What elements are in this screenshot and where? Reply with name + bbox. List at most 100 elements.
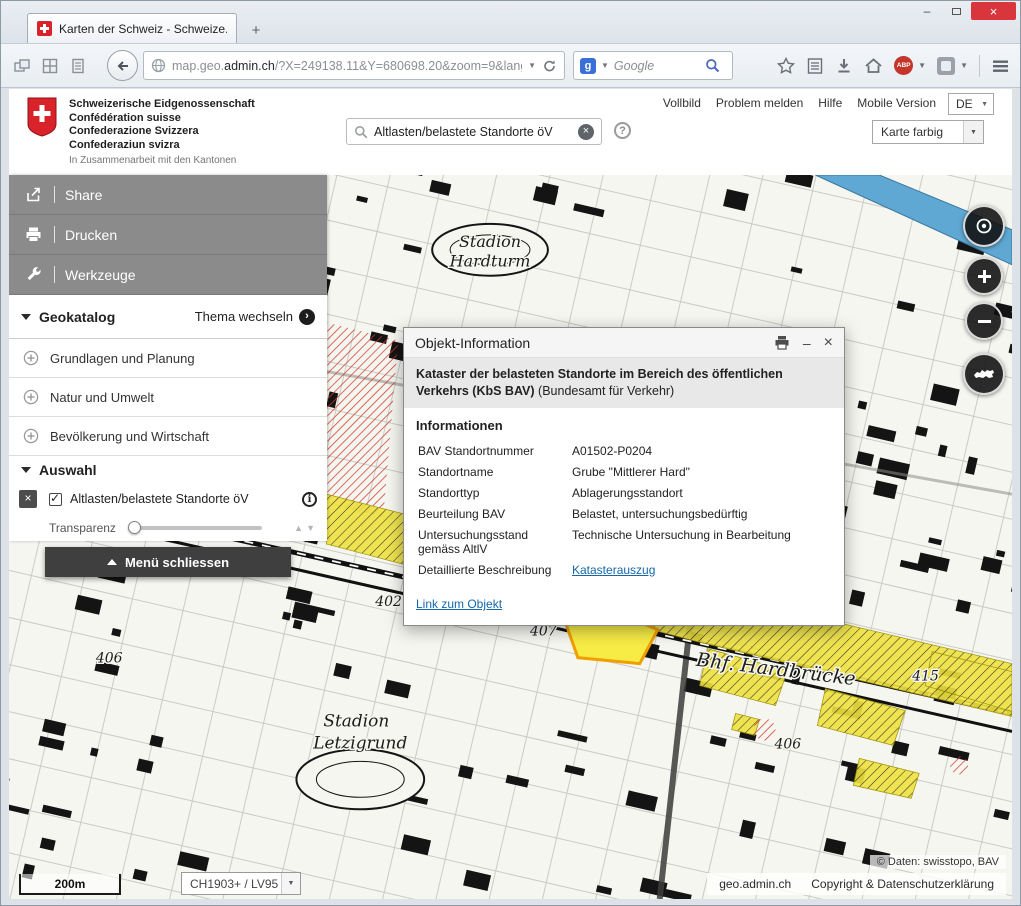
link-zum-objekt[interactable]: Link zum Objekt: [416, 597, 502, 611]
map-style-select[interactable]: Karte farbig ▼: [872, 120, 984, 144]
switzerland-outline-icon: [972, 366, 996, 382]
browser-search-bar[interactable]: g ▼: [573, 51, 733, 80]
catalog-item-grundlagen[interactable]: Grundlagen und Planung: [9, 339, 327, 378]
nav-vollbild[interactable]: Vollbild: [663, 96, 701, 110]
close-popup-icon[interactable]: ×: [824, 334, 833, 352]
titlebar: Karten der Schweiz - Schweize... + – ×: [1, 1, 1020, 43]
map-number-406-west: 406: [95, 651, 123, 667]
popup-layer-heading: Kataster der belasteten Standorte im Ber…: [404, 358, 844, 408]
geolocate-button[interactable]: [963, 205, 1005, 247]
minimize-popup-icon[interactable]: –: [803, 335, 811, 351]
nav-problem-melden[interactable]: Problem melden: [716, 96, 803, 110]
tab-groups-icon[interactable]: [39, 55, 61, 77]
clear-search-icon[interactable]: ×: [578, 124, 594, 140]
info-icon[interactable]: i: [302, 492, 317, 507]
new-tab-button[interactable]: +: [243, 19, 269, 42]
chevron-down-icon: ▼: [963, 121, 983, 143]
map-search-box[interactable]: ×: [346, 118, 602, 145]
zoom-in-button[interactable]: [965, 257, 1003, 295]
copyright-link[interactable]: Copyright & Datenschutzerklärung: [811, 877, 994, 891]
sidebar-item-drucken[interactable]: Drucken: [9, 215, 327, 255]
auswahl-header[interactable]: Auswahl: [9, 456, 327, 484]
popup-title: Objekt-Information: [415, 335, 530, 351]
nav-hilfe[interactable]: Hilfe: [818, 96, 842, 110]
move-layer-down-icon[interactable]: ▼: [306, 523, 315, 533]
google-favicon: g: [580, 58, 596, 74]
nav-mobile-version[interactable]: Mobile Version: [857, 96, 936, 110]
collapse-caret-icon: [21, 314, 31, 320]
sidebar-item-werkzeuge[interactable]: Werkzeuge: [9, 255, 327, 295]
abp-addon-icon[interactable]: ABP: [894, 56, 913, 75]
minus-icon: [976, 313, 993, 330]
browser-tab[interactable]: Karten der Schweiz - Schweize...: [27, 13, 237, 43]
projection-select[interactable]: CH1903+ / LV95 ▼: [181, 872, 301, 895]
table-row: BAV StandortnummerA01502-P0204: [418, 441, 791, 460]
clipboard-icon[interactable]: [67, 55, 89, 77]
sidebar-item-share[interactable]: Share: [9, 175, 327, 215]
table-row: Detaillierte Beschreibung Katasterauszug: [418, 560, 791, 579]
object-info-popup: Objekt-Information – × Kataster der bela…: [403, 327, 845, 626]
geolocate-icon: [973, 215, 995, 237]
org-name: Schweizerische Eidgenossenschaft Confédé…: [69, 98, 255, 152]
minimize-button[interactable]: –: [913, 2, 941, 20]
browser-search-input[interactable]: [614, 59, 700, 73]
tab-title: Karten der Schweiz - Schweize...: [59, 22, 227, 36]
popup-header[interactable]: Objekt-Information – ×: [404, 328, 844, 358]
geokatalog-header[interactable]: Geokatalog Thema wechseln ›: [9, 295, 327, 339]
thema-wechseln-button[interactable]: Thema wechseln ›: [195, 309, 315, 325]
print-icon[interactable]: [774, 335, 790, 350]
site-header: Schweizerische Eidgenossenschaft Confédé…: [9, 89, 1012, 175]
remove-layer-icon[interactable]: ×: [19, 490, 37, 508]
downloads-icon[interactable]: [835, 57, 853, 75]
zoom-out-button[interactable]: [965, 302, 1003, 340]
addon-dropdown-icon[interactable]: ▼: [960, 61, 968, 70]
header-nav: Vollbild Problem melden Hilfe Mobile Ver…: [663, 96, 936, 110]
red-hatched-spot[interactable]: [754, 718, 776, 740]
transparency-slider[interactable]: [130, 526, 262, 530]
move-layer-up-icon[interactable]: ▲: [294, 523, 303, 533]
map-number-407: 407: [529, 624, 557, 640]
table-row: StandorttypAblagerungsstandort: [418, 483, 791, 502]
menu-close-button[interactable]: Menü schliessen: [45, 547, 291, 577]
geoadmin-link[interactable]: geo.admin.ch: [719, 877, 791, 891]
sidebar: Share Drucken Werkzeuge Geokatalog Thema…: [9, 175, 327, 541]
plus-icon: [976, 268, 993, 285]
language-select[interactable]: DE▼: [948, 93, 994, 115]
chevron-down-icon: ▼: [981, 101, 993, 108]
swiss-flag-favicon: [37, 21, 52, 36]
popup-section-title: Informationen: [416, 418, 832, 433]
switzerland-extent-button[interactable]: [963, 353, 1005, 395]
red-hatched-spot[interactable]: [950, 756, 968, 774]
abp-dropdown-icon[interactable]: ▼: [918, 61, 926, 70]
transparency-label: Transparenz: [49, 521, 116, 535]
catalog-item-bevoelkerung[interactable]: Bevölkerung und Wirtschaft: [9, 417, 327, 456]
menu-icon[interactable]: [991, 58, 1010, 74]
footer-links: geo.admin.ch Copyright & Datenschutzerkl…: [707, 873, 1006, 895]
home-icon[interactable]: [864, 57, 883, 75]
reload-icon[interactable]: [542, 58, 557, 73]
addon-icon[interactable]: [937, 57, 955, 75]
bookmarks-panel-icon[interactable]: [806, 57, 824, 75]
maximize-button[interactable]: [942, 2, 970, 20]
windows-icon[interactable]: [11, 55, 33, 77]
help-icon[interactable]: ?: [614, 122, 631, 139]
plus-circle-icon: [23, 389, 39, 405]
search-engine-dropdown-icon[interactable]: ▼: [601, 61, 609, 70]
katasterauszug-link[interactable]: Katasterauszug: [572, 563, 655, 577]
back-icon: [115, 58, 131, 74]
back-button[interactable]: [107, 50, 138, 81]
toolbar-separator: [979, 55, 980, 77]
layer-checkbox[interactable]: [49, 493, 62, 506]
url-bar[interactable]: map.geo.admin.ch/?X=249138.11&Y=680698.2…: [143, 51, 565, 80]
collapse-caret-icon: [21, 467, 31, 473]
layer-row: × Altlasten/belastete Standorte öV i: [9, 484, 327, 514]
search-go-icon[interactable]: [705, 58, 720, 73]
close-button[interactable]: ×: [971, 2, 1016, 20]
url-dropdown-icon[interactable]: ▼: [528, 61, 536, 70]
map-attribution: © Daten: swisstopo, BAV: [870, 855, 1006, 869]
bookmark-star-icon[interactable]: [777, 57, 795, 75]
map-search-input[interactable]: [374, 125, 572, 139]
print-icon: [25, 226, 42, 243]
catalog-item-natur[interactable]: Natur und Umwelt: [9, 378, 327, 417]
slider-handle[interactable]: [128, 521, 141, 534]
